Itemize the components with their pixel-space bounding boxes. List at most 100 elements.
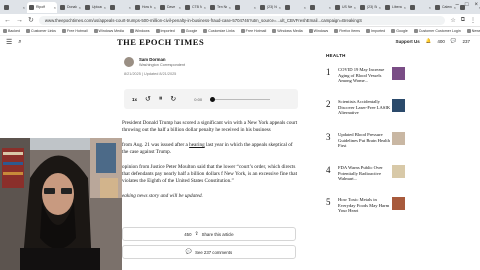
browser-tab[interactable]: ×: [2, 2, 26, 13]
hearing-link[interactable]: hearing: [189, 142, 205, 148]
minimize-icon[interactable]: –: [456, 2, 459, 8]
browser-tab[interactable]: ×: [233, 2, 257, 13]
bookmark-item[interactable]: Google: [391, 29, 408, 33]
tab-close-icon[interactable]: ×: [304, 5, 306, 10]
tab-close-icon[interactable]: ×: [54, 5, 56, 10]
tab-close-icon[interactable]: ×: [104, 5, 106, 10]
progress-track[interactable]: [210, 96, 271, 102]
bookmark-label: Imported: [160, 29, 175, 33]
bell-icon[interactable]: 🔔: [426, 38, 432, 44]
browser-tab[interactable]: ×: [283, 2, 307, 13]
bookmark-item[interactable]: Newspaper Search: [466, 29, 480, 33]
tab-close-icon[interactable]: ×: [404, 5, 406, 10]
bookmark-item[interactable]: Windows: [129, 29, 150, 33]
browser-tab[interactable]: How to×: [133, 2, 157, 13]
tab-close-icon[interactable]: ×: [204, 5, 206, 10]
sidebar-article-title[interactable]: FDA Warns Public Over Potentially Radioa…: [338, 165, 392, 191]
extensions-icon[interactable]: ⧉: [461, 17, 465, 24]
bookmark-item[interactable]: Backed: [3, 29, 20, 33]
bookmark-folder-icon: [93, 29, 98, 33]
search-icon[interactable]: ⌕: [18, 39, 21, 46]
bookmark-item[interactable]: Customize Links: [203, 29, 235, 33]
forward-icon[interactable]: ↻: [170, 95, 176, 103]
sidebar-article-title[interactable]: Updated Blood Pressure Guidelines Put Br…: [338, 132, 392, 158]
bookmark-label: Backed: [8, 29, 20, 33]
browser-tab[interactable]: ×: [308, 2, 332, 13]
bookmark-item[interactable]: Free Hotmail: [61, 29, 88, 33]
sidebar-article[interactable]: 2 Scientists Accidentally Discover Laser-…: [326, 99, 410, 125]
browser-tab[interactable]: (23) Ne×: [258, 2, 282, 13]
tab-close-icon[interactable]: ×: [23, 5, 25, 10]
tab-close-icon[interactable]: ×: [229, 5, 231, 10]
sidebar-article-title[interactable]: COVID 19 May Increase Aging of Blood Ves…: [338, 67, 392, 93]
forward-icon[interactable]: →: [16, 17, 23, 24]
rewind-icon[interactable]: ↺: [145, 95, 151, 103]
browser-tab[interactable]: ×: [108, 2, 132, 13]
tab-close-icon[interactable]: ×: [354, 5, 356, 10]
bookmark-item[interactable]: Customer Customer Login: [413, 29, 461, 33]
tab-close-icon[interactable]: ×: [379, 5, 381, 10]
browser-tab[interactable]: Dave ×: [158, 2, 182, 13]
progress-handle[interactable]: [210, 96, 216, 102]
menu-dots-icon[interactable]: ⋮: [470, 17, 476, 24]
sidebar-article-thumbnail[interactable]: [392, 165, 405, 178]
tab-close-icon[interactable]: ×: [329, 5, 331, 10]
browser-tab[interactable]: Ten Netw×: [208, 2, 232, 13]
bookmark-item[interactable]: Windows Media: [93, 29, 124, 33]
tab-close-icon[interactable]: ×: [79, 5, 81, 10]
sidebar-article-thumbnail[interactable]: [392, 197, 405, 210]
bookmark-item[interactable]: Google: [180, 29, 198, 33]
sidebar-article[interactable]: 1 COVID 19 May Increase Aging of Blood Ve…: [326, 67, 410, 93]
star-icon[interactable]: ☆: [450, 17, 455, 24]
comments-button[interactable]: 💬 See 237 comments: [122, 245, 296, 259]
bookmark-item[interactable]: Imported: [366, 29, 385, 33]
browser-tab[interactable]: (23) Su×: [358, 2, 382, 13]
tab-close-icon[interactable]: ×: [429, 5, 431, 10]
browser-tab[interactable]: Donald×: [58, 2, 82, 13]
sidebar-article-thumbnail[interactable]: [392, 132, 405, 145]
comments-icon[interactable]: 💬: [451, 38, 457, 44]
browser-tab[interactable]: Upload×: [83, 2, 107, 13]
url-field[interactable]: www.theepochtimes.com/us/appeals-court-t…: [38, 15, 446, 25]
author-name[interactable]: Sam Dorman: [139, 57, 185, 62]
sidebar-article[interactable]: 3 Updated Blood Pressure Guidelines Put B…: [326, 132, 410, 158]
reload-icon[interactable]: ↻: [28, 16, 34, 24]
sidebar-article-title[interactable]: Scientists Accidentally Discover Laser-F…: [338, 99, 392, 125]
share-button[interactable]: 450 ⇪ Share this article: [122, 227, 296, 241]
tab-label: Calendar: [442, 5, 452, 9]
pause-icon[interactable]: ⏸: [159, 95, 163, 103]
sidebar-article[interactable]: 5 How Toxic Metals in Everyday Foods May …: [326, 197, 410, 223]
tab-close-icon[interactable]: ×: [279, 5, 281, 10]
tab-close-icon[interactable]: ×: [154, 5, 156, 10]
share-label: Share this article: [201, 231, 234, 237]
avatar[interactable]: [124, 57, 134, 67]
maximize-icon[interactable]: □: [465, 2, 469, 8]
bookmark-item[interactable]: Free Hotmail: [240, 29, 266, 33]
bookmark-folder-icon: [366, 29, 370, 33]
sidebar-article-title[interactable]: How Toxic Metals in Everyday Foods May H…: [338, 197, 392, 223]
bookmark-item[interactable]: Imported: [155, 29, 175, 33]
browser-tab[interactable]: Liberal ×: [383, 2, 407, 13]
site-logo[interactable]: THE EPOCH TIMES: [117, 37, 204, 47]
close-window-icon[interactable]: ×: [474, 2, 478, 8]
browser-tab[interactable]: Calendar×: [433, 2, 457, 13]
tab-close-icon[interactable]: ×: [179, 5, 181, 10]
browser-tab[interactable]: US News×: [333, 2, 357, 13]
browser-tab[interactable]: ×: [408, 2, 432, 13]
back-icon[interactable]: ←: [4, 17, 11, 24]
bookmark-item[interactable]: Firefox Items: [334, 29, 360, 33]
browser-tab[interactable]: Ripoff ×: [27, 1, 57, 13]
bookmark-item[interactable]: Windows: [308, 29, 328, 33]
playback-rate-button[interactable]: 1x: [132, 97, 137, 102]
hamburger-menu-icon[interactable]: ☰: [6, 38, 12, 46]
sidebar-article-thumbnail[interactable]: [392, 99, 405, 112]
bookmark-label: Google: [185, 29, 198, 33]
tab-close-icon[interactable]: ×: [254, 5, 256, 10]
sidebar-article[interactable]: 4 FDA Warns Public Over Potentially Radio…: [326, 165, 410, 191]
sidebar-article-thumbnail[interactable]: [392, 67, 405, 80]
bookmark-item[interactable]: Windows Media: [272, 29, 303, 33]
support-us-link[interactable]: Support Us: [396, 39, 420, 44]
tab-close-icon[interactable]: ×: [129, 5, 131, 10]
bookmark-item[interactable]: Customer Links: [26, 29, 56, 33]
browser-tab[interactable]: CTB Net×: [183, 2, 207, 13]
